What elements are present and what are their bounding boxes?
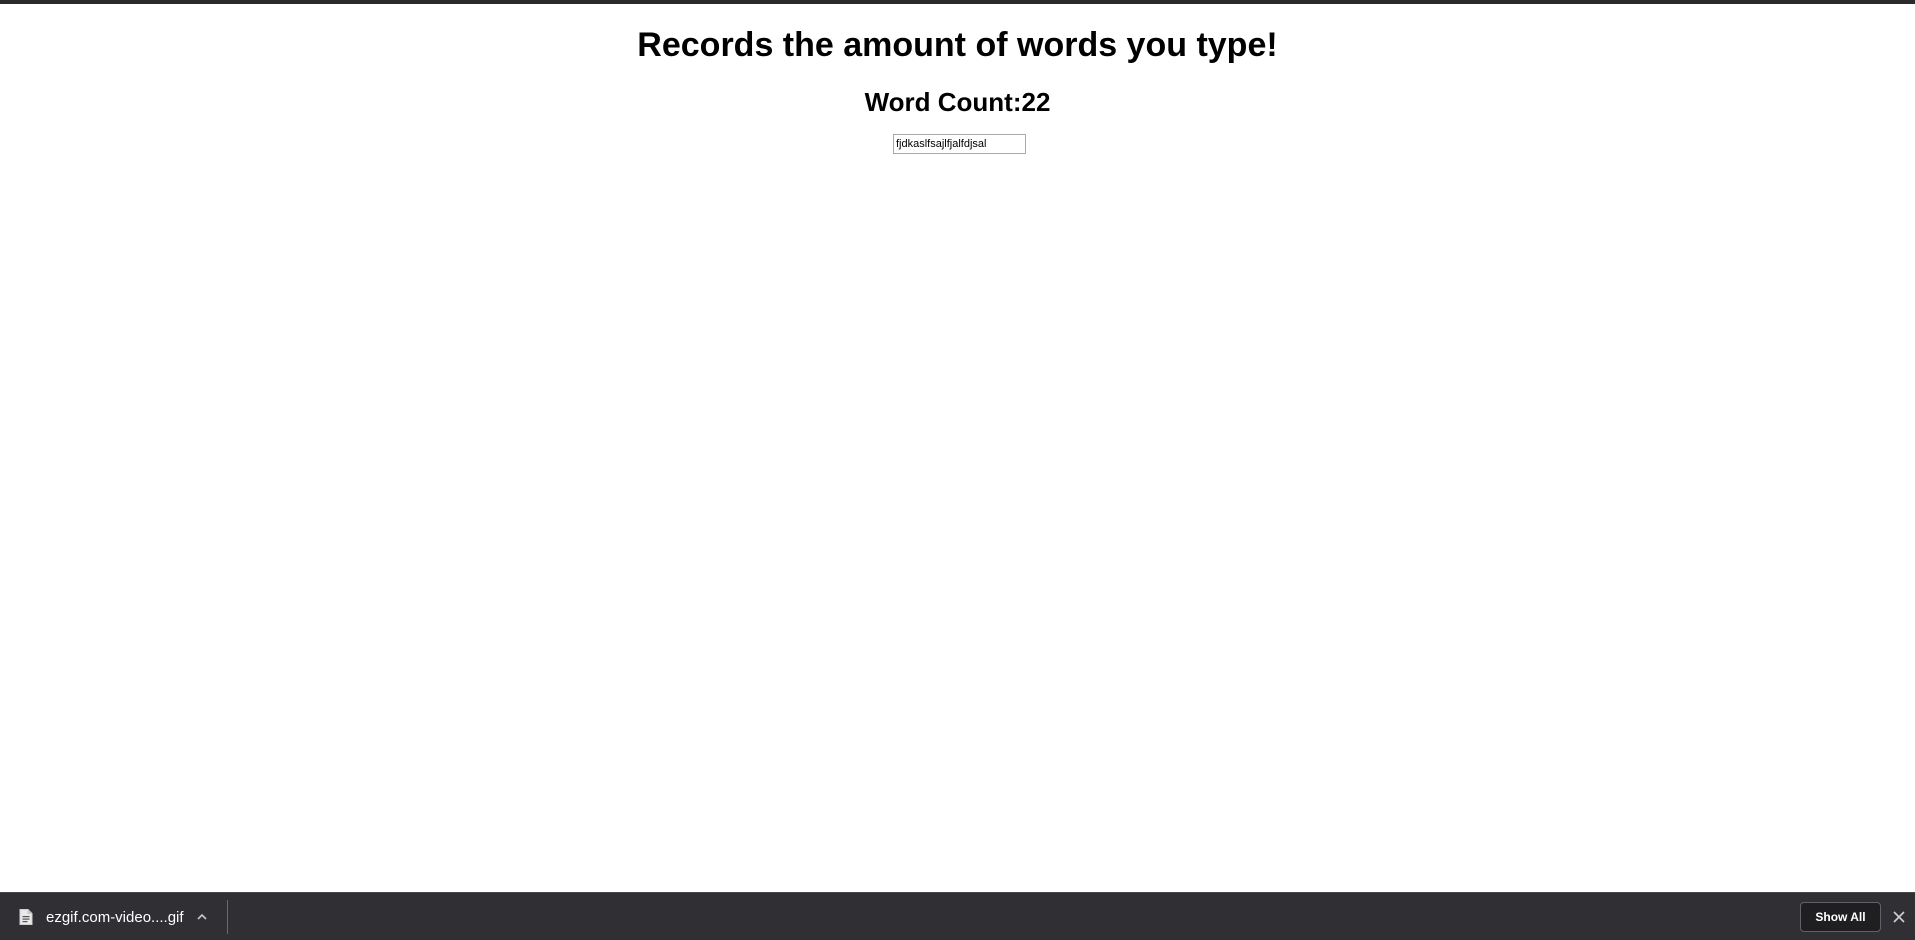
- close-icon[interactable]: [1892, 910, 1906, 924]
- show-all-button[interactable]: Show All: [1800, 902, 1881, 932]
- file-icon: [19, 909, 33, 925]
- download-bar: ezgif.com-video....gif Show All: [0, 892, 1915, 940]
- chevron-up-icon[interactable]: [196, 911, 208, 923]
- page-title: Records the amount of words you type!: [637, 26, 1278, 64]
- word-count-label: Word Count:22: [864, 87, 1051, 117]
- word-input[interactable]: [893, 134, 1026, 154]
- download-bar-divider: [227, 900, 228, 934]
- page-content: Records the amount of words you type! Wo…: [0, 4, 1915, 892]
- download-file-name: ezgif.com-video....gif: [46, 908, 184, 926]
- download-item[interactable]: ezgif.com-video....gif: [12, 901, 208, 933]
